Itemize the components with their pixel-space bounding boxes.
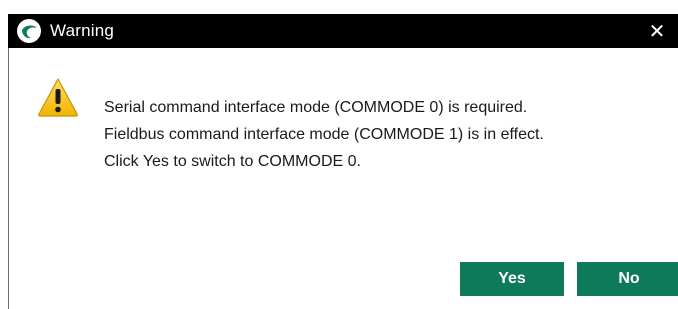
window-border [8,48,9,309]
message-line: Serial command interface mode (COMMODE 0… [104,99,528,116]
message-text: Serial command interface mode (COMMODE 0… [104,94,544,175]
close-icon[interactable]: ✕ [642,14,672,48]
app-logo-icon [16,18,42,44]
no-button[interactable]: No [577,262,678,296]
warning-icon [36,76,80,118]
message-line: Click Yes to switch to COMMODE 0. [104,153,361,170]
message-line: Fieldbus command interface mode (COMMODE… [104,126,544,143]
warning-dialog: Warning ✕ Serial command interface mode … [0,0,678,309]
title-bar[interactable]: Warning ✕ [8,14,678,48]
yes-button[interactable]: Yes [460,262,564,296]
window-title: Warning [50,21,115,40]
